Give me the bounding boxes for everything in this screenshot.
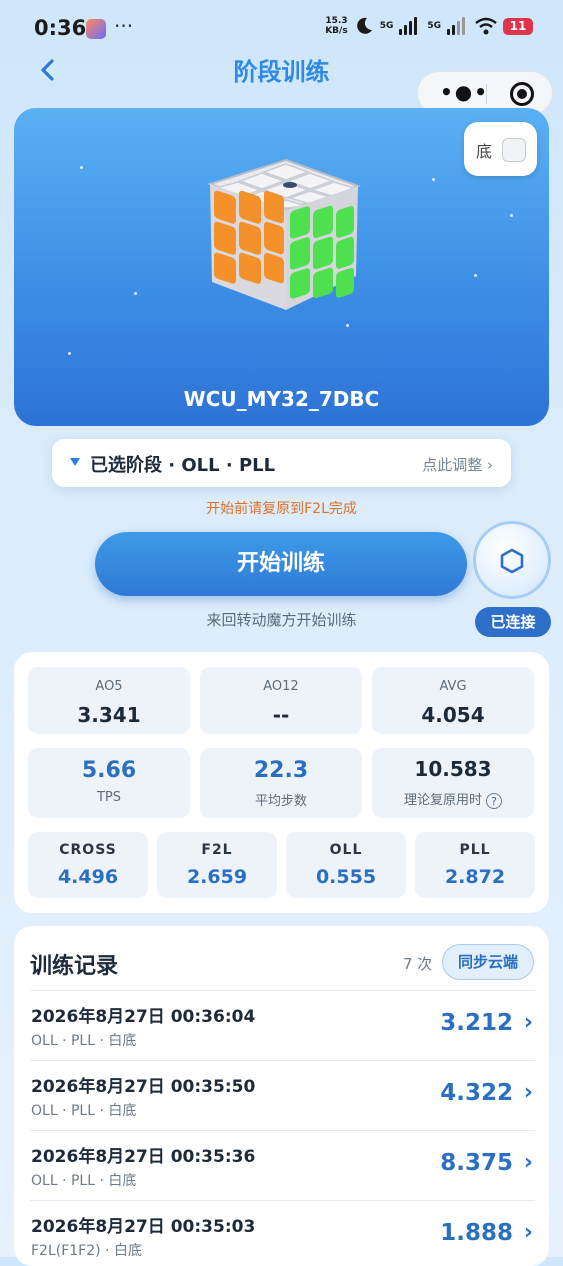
cube-logo — [283, 182, 297, 188]
bottom-face-checkbox[interactable] — [502, 138, 526, 162]
hexagon-icon — [500, 548, 524, 574]
record-date: 2026年8月27日 00:35:50 — [31, 1077, 256, 1097]
stat-avg-steps: 22.3 平均步数 — [200, 748, 362, 818]
network-speed-value: 15.3 — [325, 16, 348, 26]
chevron-right-icon: › — [523, 1150, 533, 1175]
bottom-face-label: 底 — [476, 142, 493, 161]
stat-cross: CROSS 4.496 — [28, 832, 148, 898]
stat-label: 理论复原用时 — [403, 793, 482, 808]
adjust-link[interactable]: 点此调整 › — [422, 454, 493, 475]
record-row[interactable]: 2026年8月27日 00:35:50 OLL · PLL · 白底 4.322… — [30, 1060, 535, 1131]
record-time: 8.375 — [440, 1150, 513, 1176]
stat-oll: OLL 0.555 — [286, 832, 406, 898]
chevron-right-icon: › — [523, 1080, 533, 1105]
stat-pll: PLL 2.872 — [415, 832, 535, 898]
selected-stage-label: 已选阶段 · OLL · PLL — [90, 455, 276, 476]
stat-label: AVG — [439, 679, 467, 694]
stat-value: 0.555 — [315, 866, 377, 888]
record-meta: OLL · PLL · 白底 — [31, 1173, 137, 1189]
close-miniapp-icon[interactable] — [510, 82, 534, 106]
stat-f2l: F2L 2.659 — [157, 832, 277, 898]
connection-status-badge: 已连接 — [475, 607, 551, 637]
status-right: 15.3 KB/s 5G 5G 11 — [325, 16, 533, 36]
record-date: 2026年8月27日 00:36:04 — [31, 1007, 256, 1027]
record-meta: F2L(F1F2) · 白底 — [31, 1243, 142, 1259]
device-name: WCU_MY32_7DBC — [183, 387, 380, 411]
stat-label: F2L — [201, 842, 233, 858]
stat-value: 3.341 — [77, 703, 141, 727]
record-row[interactable]: 2026年8月27日 00:35:36 OLL · PLL · 白底 8.375… — [30, 1130, 535, 1201]
stat-avg: AVG 4.054 — [372, 667, 534, 734]
more-menu-icon[interactable]: •●• — [440, 80, 489, 104]
stat-label: TPS — [96, 790, 122, 805]
signal-icon — [399, 17, 421, 35]
stat-ao5: AO5 3.341 — [28, 667, 190, 734]
stat-value: 5.66 — [81, 758, 137, 783]
training-records: 训练记录 7 次 同步云端 2026年8月27日 00:36:04 OLL · … — [14, 926, 549, 1266]
stat-theory-time: 10.583 理论复原用时? — [372, 748, 534, 818]
network-speed-unit: KB/s — [325, 26, 348, 36]
stat-value: 10.583 — [414, 757, 492, 781]
stat-label: PLL — [459, 842, 491, 858]
stat-label: CROSS — [59, 842, 117, 858]
stat-value: 2.872 — [444, 866, 506, 888]
record-date: 2026年8月27日 00:35:36 — [31, 1147, 256, 1167]
stat-value: 2.659 — [186, 866, 248, 888]
stage-selector[interactable]: 已选阶段 · OLL · PLL 点此调整 › — [52, 439, 511, 487]
record-time: 1.888 — [440, 1220, 513, 1246]
dropdown-triangle-icon — [70, 458, 80, 466]
wifi-icon — [475, 17, 497, 35]
record-row[interactable]: 2026年8月27日 00:35:03 F2L(F1F2) · 白底 1.888… — [30, 1200, 535, 1266]
chevron-right-icon: › — [523, 1220, 533, 1245]
record-row[interactable]: 2026年8月27日 00:36:04 OLL · PLL · 白底 3.212… — [30, 990, 535, 1061]
help-icon[interactable]: ? — [486, 792, 502, 809]
battery-icon: 11 — [503, 17, 533, 35]
app-notification-icon — [86, 19, 106, 39]
stat-value: 4.054 — [421, 703, 485, 727]
record-time: 4.322 — [440, 1080, 513, 1106]
stat-value: 4.496 — [57, 866, 119, 888]
f2l-hint: 开始前请复原到F2L完成 — [206, 501, 357, 517]
start-training-button[interactable]: 开始训练 — [95, 532, 467, 596]
stat-value: -- — [272, 703, 290, 727]
record-date: 2026年8月27日 00:35:03 — [31, 1217, 256, 1237]
chevron-right-icon: › — [523, 1010, 533, 1035]
status-time: 0:36 — [34, 16, 87, 40]
bluetooth-button[interactable] — [473, 521, 551, 599]
stat-label: 平均步数 — [254, 794, 307, 809]
stat-tps: 5.66 TPS — [28, 748, 190, 818]
capsule-divider — [486, 84, 487, 104]
status-bar: 0:36 ··· 15.3 KB/s 5G 5G 11 — [0, 0, 563, 60]
stats-panel: AO5 3.341 AO12 -- AVG 4.054 5.66 TPS 22.… — [14, 652, 549, 913]
stat-ao12: AO12 -- — [200, 667, 362, 734]
stat-label: AO12 — [263, 679, 299, 694]
cube-card: 底 WCU_MY32_7DBC — [14, 108, 549, 426]
signal-icon-2 — [447, 17, 469, 35]
network-speed: 15.3 KB/s — [325, 16, 347, 36]
stat-label: AO5 — [95, 679, 123, 694]
sync-cloud-button[interactable]: 同步云端 — [442, 944, 534, 980]
sim2-label: 5G — [427, 21, 441, 31]
cube-3d-model[interactable] — [206, 158, 366, 318]
records-title: 训练记录 — [30, 954, 119, 979]
stat-value: 22.3 — [253, 758, 309, 783]
stat-label-wrap: 理论复原用时? — [372, 789, 534, 809]
records-count: 7 次 — [403, 955, 433, 973]
bottom-face-toggle[interactable]: 底 — [464, 122, 537, 176]
record-meta: OLL · PLL · 白底 — [31, 1033, 137, 1049]
sim1-label: 5G — [379, 21, 394, 31]
record-time: 3.212 — [440, 1010, 513, 1036]
stat-label: OLL — [329, 842, 363, 858]
record-meta: OLL · PLL · 白底 — [31, 1103, 137, 1119]
status-more: ··· — [114, 14, 134, 38]
moon-icon — [356, 17, 372, 34]
